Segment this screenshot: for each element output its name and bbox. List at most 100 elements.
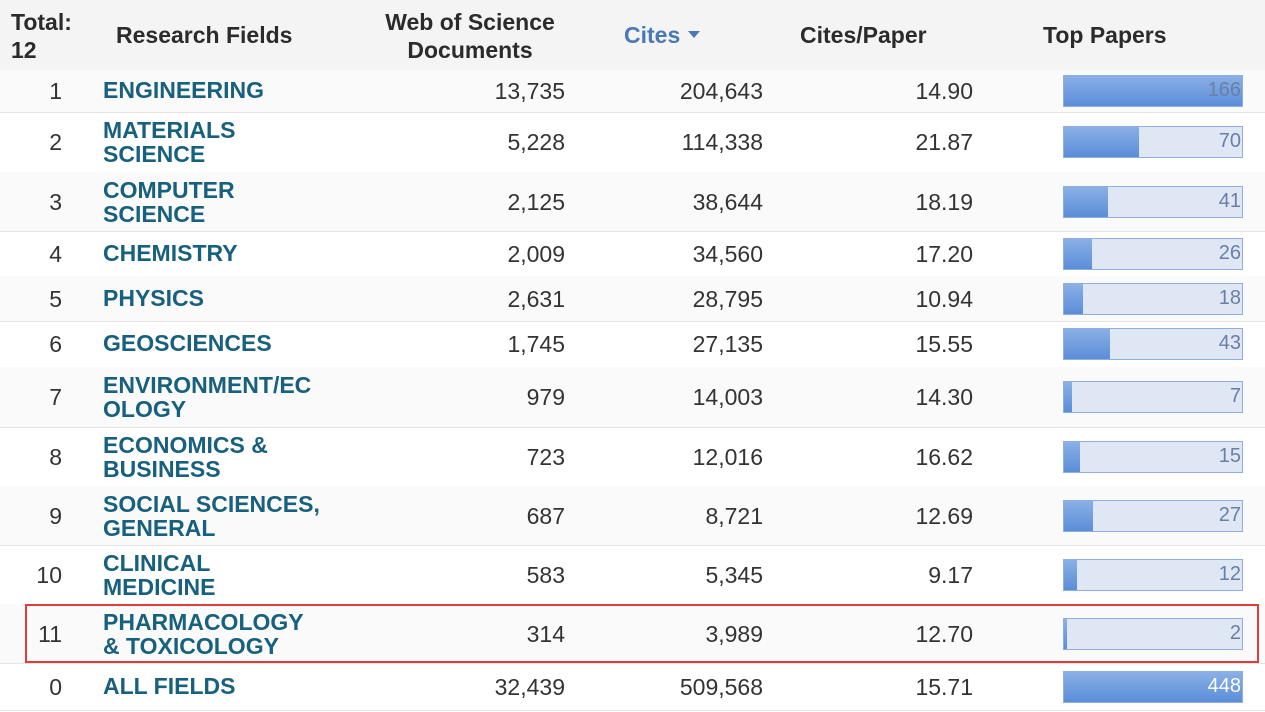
- cites-count: 14,003: [692, 384, 763, 410]
- top-papers-count: 7: [1229, 385, 1241, 407]
- research-field-link[interactable]: GEOSCIENCES: [103, 331, 353, 355]
- row-rank: 7: [49, 384, 62, 410]
- top-papers-count: 448: [1207, 674, 1241, 697]
- top-papers-bar[interactable]: 2: [1063, 617, 1243, 650]
- research-field-link[interactable]: CLINICAL MEDICINE: [103, 551, 353, 599]
- top-papers-bar[interactable]: 70: [1063, 126, 1243, 158]
- field-name-line1: CLINICAL: [103, 549, 211, 576]
- research-field-link[interactable]: ENGINEERING: [103, 78, 353, 102]
- row-rank: 9: [49, 502, 62, 529]
- top-papers-count: 43: [1218, 332, 1241, 354]
- column-header-cites-per-paper[interactable]: Cites/Paper: [800, 21, 927, 49]
- cites-count: 38,644: [692, 188, 763, 215]
- column-header-documents[interactable]: Web of Science Documents: [370, 8, 570, 64]
- documents-count: 723: [526, 443, 565, 470]
- row-rank: 3: [49, 188, 62, 215]
- table-row: 11 PHARMACOLOGY & TOXICOLOGY 314 3,989 12.70 2: [0, 604, 1265, 664]
- row-rank: 10: [36, 561, 62, 588]
- field-name-line2: & TOXICOLOGY: [103, 632, 279, 659]
- top-papers-bar[interactable]: 18: [1063, 282, 1243, 315]
- top-papers-bar[interactable]: 41: [1063, 185, 1243, 218]
- table-row: 5 PHYSICS 2,631 28,795 10.94 18: [0, 276, 1265, 322]
- field-name-line1: PHYSICS: [103, 284, 204, 311]
- research-field-link[interactable]: ECONOMICS & BUSINESS: [103, 433, 353, 481]
- row-rank: 11: [38, 620, 62, 647]
- column-header-research-fields[interactable]: Research Fields: [116, 21, 292, 49]
- top-papers-bar[interactable]: 166: [1063, 75, 1243, 107]
- cites-per-paper: 12.69: [915, 502, 973, 529]
- field-name-line1: COMPUTER: [103, 176, 235, 203]
- cites-count: 204,643: [679, 78, 763, 104]
- field-name-line1: ENGINEERING: [103, 77, 265, 103]
- top-papers-count: 2: [1229, 621, 1241, 644]
- top-papers-bar-fill: [1064, 186, 1108, 217]
- research-field-link[interactable]: PHARMACOLOGY & TOXICOLOGY: [103, 610, 353, 658]
- top-papers-bar-fill: [1064, 382, 1072, 412]
- row-rank: 0: [49, 673, 62, 700]
- field-name-line2: OLOGY: [103, 396, 187, 422]
- cites-per-paper: 12.70: [915, 620, 973, 647]
- research-field-link[interactable]: SOCIAL SCIENCES, GENERAL: [103, 492, 353, 540]
- documents-count: 687: [526, 502, 565, 529]
- documents-count: 583: [526, 561, 565, 588]
- research-field-link[interactable]: ENVIRONMENT/EC OLOGY: [103, 373, 353, 421]
- documents-header-line2: Documents: [407, 37, 533, 63]
- total-label: Total:: [11, 9, 72, 35]
- documents-count: 2,125: [507, 188, 565, 215]
- top-papers-bar[interactable]: 448: [1063, 670, 1243, 703]
- cites-per-paper: 14.90: [915, 78, 973, 104]
- top-papers-bar-fill: [1064, 238, 1092, 269]
- field-name-line1: PHARMACOLOGY: [103, 608, 304, 635]
- top-papers-count: 70: [1218, 130, 1241, 152]
- cites-count: 8,721: [705, 502, 763, 529]
- cites-per-paper: 21.87: [915, 129, 973, 155]
- top-papers-count: 41: [1218, 189, 1241, 212]
- research-field-link[interactable]: ALL FIELDS: [103, 674, 353, 698]
- row-rank: 5: [49, 285, 62, 312]
- row-rank: 1: [49, 78, 62, 104]
- top-papers-bar[interactable]: 43: [1063, 328, 1243, 360]
- research-field-link[interactable]: CHEMISTRY: [103, 241, 353, 265]
- cites-per-paper: 15.55: [915, 331, 973, 357]
- top-papers-bar[interactable]: 7: [1063, 381, 1243, 413]
- top-papers-count: 27: [1218, 503, 1241, 526]
- documents-count: 5,228: [507, 129, 565, 155]
- cites-count: 27,135: [692, 331, 763, 357]
- top-papers-bar-fill: [1064, 618, 1067, 649]
- field-name-line1: ALL FIELDS: [103, 672, 236, 699]
- column-header-top-papers[interactable]: Top Papers: [1043, 21, 1167, 49]
- research-field-link[interactable]: MATERIALS SCIENCE: [103, 118, 353, 166]
- field-name-line2: SCIENCE: [103, 141, 206, 167]
- cites-count: 12,016: [692, 443, 763, 470]
- cites-count: 509,568: [679, 673, 763, 700]
- table-row: 4 CHEMISTRY 2,009 34,560 17.20 26: [0, 231, 1265, 277]
- top-papers-bar[interactable]: 26: [1063, 237, 1243, 270]
- row-rank: 6: [49, 331, 62, 357]
- cites-per-paper: 9.17: [928, 561, 973, 588]
- research-field-link[interactable]: PHYSICS: [103, 286, 353, 310]
- research-field-link[interactable]: COMPUTER SCIENCE: [103, 178, 353, 226]
- documents-count: 314: [526, 620, 565, 647]
- field-name-line1: GEOSCIENCES: [103, 330, 272, 356]
- field-name-line1: CHEMISTRY: [103, 239, 238, 266]
- cites-per-paper: 16.62: [915, 443, 973, 470]
- top-papers-bar[interactable]: 15: [1063, 440, 1243, 473]
- documents-count: 2,009: [507, 240, 565, 267]
- documents-count: 32,439: [494, 673, 565, 700]
- cites-per-paper: 14.30: [915, 384, 973, 410]
- field-name-line2: SCIENCE: [103, 200, 206, 227]
- top-papers-bar[interactable]: 27: [1063, 499, 1243, 532]
- top-papers-count: 166: [1207, 79, 1241, 101]
- total-count: Total: 12: [11, 8, 91, 64]
- cites-count: 34,560: [692, 240, 763, 267]
- table-row: 9 SOCIAL SCIENCES, GENERAL 687 8,721 12.69 27: [0, 486, 1265, 546]
- table-header: Total: 12 Research Fields Web of Science…: [0, 0, 1265, 71]
- column-header-cites[interactable]: Cites: [624, 21, 701, 49]
- field-name-line1: MATERIALS: [103, 117, 236, 143]
- top-papers-count: 15: [1218, 444, 1241, 467]
- top-papers-bar-fill: [1064, 127, 1139, 157]
- top-papers-bar[interactable]: 12: [1063, 558, 1243, 591]
- row-rank: 8: [49, 443, 62, 470]
- cites-per-paper: 15.71: [915, 673, 973, 700]
- field-name-line1: SOCIAL SCIENCES,: [103, 490, 320, 517]
